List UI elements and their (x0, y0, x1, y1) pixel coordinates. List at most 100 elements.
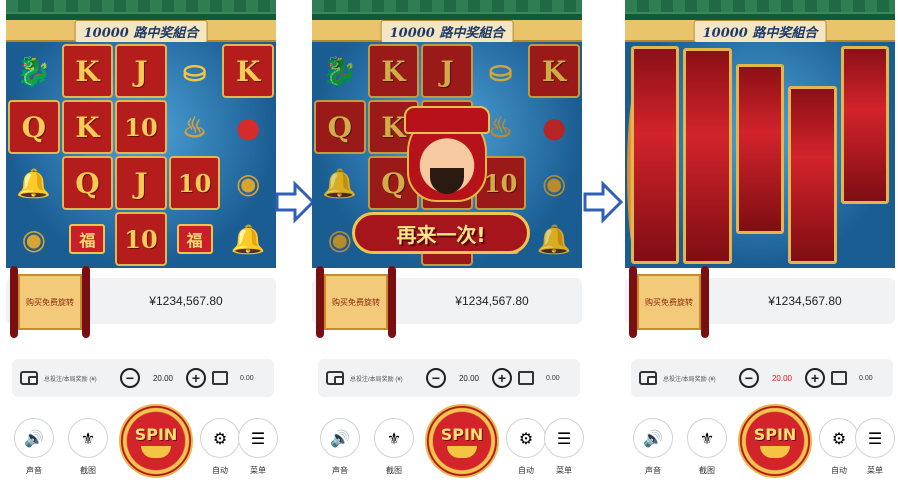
screenshot-button[interactable]: ⚜ (68, 418, 108, 458)
bet-row: 总投注/本局奖励 (¥) − 20.00 + 0.00 (631, 359, 893, 397)
info-bar: 购买免费旋转 ¥1234,567.80 (312, 266, 582, 338)
scroll-rod-icon (82, 266, 90, 338)
screen: 10000 路中奖組合 🐉 K J ⛀ K Q K 10 ♨ ● 🔔 Q J 1… (0, 0, 898, 494)
menu-button[interactable]: ☰ (238, 418, 278, 458)
info-bar: 购买免费旋转 ¥1234,567.80 (6, 266, 276, 338)
red-envelope-icon: 福 (62, 212, 114, 266)
robot-icon: ⚙ (212, 428, 228, 448)
arrow-right-icon (275, 180, 315, 224)
gold-ingot-icon: ⛀ (488, 54, 513, 88)
lotus-icon: ⚜ (699, 428, 715, 448)
symbol-j: J (115, 44, 167, 98)
menu-label: 菜单 (867, 466, 883, 475)
reel-area[interactable]: 🐉 K J ⛀ K Q K 10 ♨ ● 🔔 Q J 10 ◉ ◉ 福 10 福… (312, 42, 582, 268)
dragon-icon: 🐉 (16, 54, 52, 88)
spin-label: SPIN (134, 424, 178, 444)
scroll-rod-icon (701, 266, 709, 338)
cauldron-icon: ♨ (182, 110, 208, 144)
spin-button[interactable]: SPIN (425, 404, 499, 478)
banner-title: 10000 路中奖組合 (380, 20, 514, 43)
auto-button[interactable]: ⚙ (819, 418, 859, 458)
buy-free-spins-scroll[interactable]: 购买免费旋转 (316, 266, 396, 338)
spin-label: SPIN (753, 424, 797, 444)
symbol-k: K (61, 44, 114, 98)
spin-button[interactable]: SPIN (119, 404, 193, 478)
increase-bet-button[interactable]: + (805, 368, 825, 388)
arrow-right-icon (583, 180, 623, 224)
bell-icon: 🔔 (230, 222, 266, 256)
screenshot-label: 截图 (80, 466, 96, 475)
bell-icon: 🔔 (16, 166, 52, 200)
decrease-bet-button[interactable]: − (426, 368, 446, 388)
screenshot-label: 截图 (386, 466, 402, 475)
bet-value: 20.00 (152, 373, 174, 383)
wallet-icon (639, 371, 657, 385)
symbol-10: 10 (115, 212, 167, 266)
menu-button[interactable]: ☰ (544, 418, 584, 458)
screenshot-button[interactable]: ⚜ (374, 418, 414, 458)
lantern-icon: ● (541, 110, 567, 144)
decrease-bet-button[interactable]: − (739, 368, 759, 388)
lotus-icon: ⚜ (80, 428, 96, 448)
symbol-10: 10 (168, 156, 221, 210)
screenshot-button[interactable]: ⚜ (687, 418, 727, 458)
sound-button[interactable]: 🔊 (320, 418, 360, 458)
symbol-j: J (115, 156, 167, 210)
spinning-reels (625, 42, 895, 268)
scroll-rod-icon (316, 266, 324, 338)
bet-row: 总投注/本局奖励 (¥) − 20.00 + 0.00 (12, 359, 274, 397)
banner-title: 10000 路中奖組合 (693, 20, 827, 43)
scroll-text: 购买免费旋转 (18, 274, 82, 330)
banner-title: 10000 路中奖組合 (74, 20, 208, 43)
sound-label: 声音 (645, 466, 661, 475)
reel-area[interactable]: 🐉 K J ⛀ K Q K 10 ♨ ● 🔔 Q J 10 ◉ ◉ 福 10 福… (6, 42, 276, 268)
spin-button[interactable]: SPIN (738, 404, 812, 478)
auto-button[interactable]: ⚙ (200, 418, 240, 458)
coin-stack-icon (212, 371, 228, 385)
reel-grid: 🐉 K J ⛀ K Q K 10 ♨ ● 🔔 Q J 10 ◉ ◉ 福 10 福… (6, 42, 276, 268)
scroll-rod-icon (629, 266, 637, 338)
title-banner: 10000 路中奖組合 (312, 0, 582, 43)
dragon-icon: 🐉 (322, 54, 358, 88)
speaker-icon: 🔊 (643, 428, 663, 448)
increase-bet-button[interactable]: + (492, 368, 512, 388)
win-value: 0.00 (546, 374, 560, 382)
respin-banner: 再来一次! (352, 212, 530, 254)
auto-label: 自动 (518, 466, 534, 475)
symbol-j: J (421, 44, 473, 98)
reel-streak (683, 48, 732, 264)
menu-button[interactable]: ☰ (855, 418, 895, 458)
speaker-icon: 🔊 (24, 428, 44, 448)
sound-button[interactable]: 🔊 (14, 418, 54, 458)
reel-streak (631, 46, 680, 264)
buy-free-spins-scroll[interactable]: 购买免费旋转 (10, 266, 90, 338)
menu-label: 菜单 (250, 466, 266, 475)
speaker-icon: 🔊 (330, 428, 350, 448)
bet-value: 20.00 (771, 373, 793, 383)
menu-icon: ☰ (556, 428, 572, 448)
menu-label: 菜单 (556, 466, 572, 475)
decrease-bet-button[interactable]: − (120, 368, 140, 388)
bet-label: 总投注/本局奖励 (¥) (663, 376, 716, 383)
coin-icon: ◉ (541, 166, 567, 200)
robot-icon: ⚙ (518, 428, 534, 448)
scroll-rod-icon (388, 266, 396, 338)
gold-ingot-icon (760, 445, 790, 458)
reel-area[interactable] (625, 42, 895, 268)
buy-free-spins-scroll[interactable]: 购买免费旋转 (629, 266, 709, 338)
gold-ingot-icon: ⛀ (182, 54, 207, 88)
reel-streak (788, 86, 837, 264)
sound-button[interactable]: 🔊 (633, 418, 673, 458)
auto-label: 自动 (212, 466, 228, 475)
title-banner: 10000 路中奖組合 (625, 0, 895, 43)
coin-stack-icon (518, 371, 534, 385)
scroll-rod-icon (10, 266, 18, 338)
red-envelope-icon: 福 (169, 212, 221, 266)
reel-streak (840, 46, 890, 204)
bet-value: 20.00 (458, 373, 480, 383)
increase-bet-button[interactable]: + (186, 368, 206, 388)
coin-icon: ◉ (235, 166, 261, 200)
symbol-q: Q (61, 156, 114, 210)
bell-icon: 🔔 (536, 222, 572, 256)
auto-button[interactable]: ⚙ (506, 418, 546, 458)
